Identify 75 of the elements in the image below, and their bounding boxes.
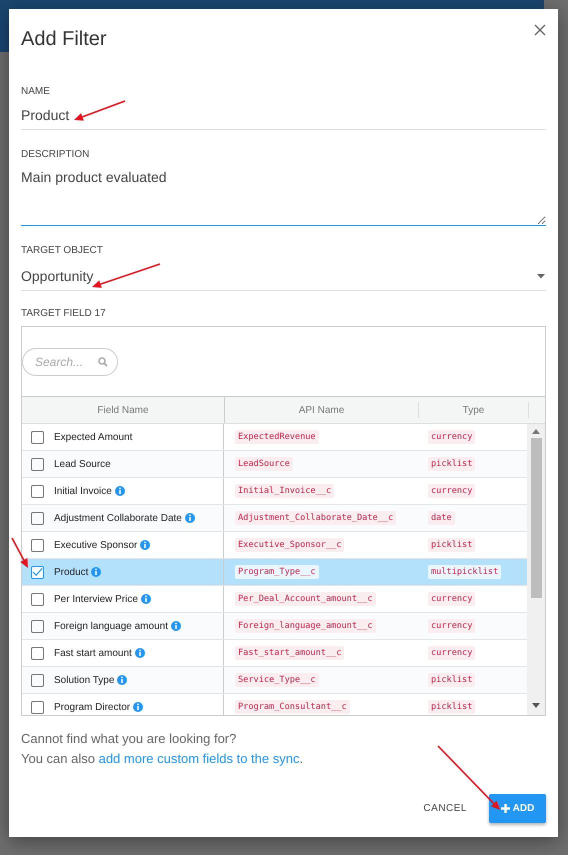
field-type: currency [428, 619, 476, 633]
api-name: Adjustment_Collaborate_Date__c [235, 511, 396, 525]
field-name: Solution Type [54, 674, 114, 686]
field-label: TARGET FIELD 17 [21, 308, 107, 319]
api-name: Program_Type__c [235, 565, 319, 579]
field-type: picklist [428, 538, 476, 552]
table-row[interactable]: Solution Type Service_Type__c picklist [22, 667, 528, 694]
field-type: currency [428, 484, 476, 498]
scrollbar-thumb[interactable] [530, 438, 542, 598]
field-type: multipicklist [428, 565, 502, 579]
target-object-dropdown[interactable]: Opportunity [21, 256, 546, 291]
field-name: Fast start amount [54, 648, 132, 658]
table-row[interactable]: Per Interview Price Per_Deal_Account_amount__c currency [22, 586, 528, 613]
cancel-button[interactable]: CANCEL [415, 795, 475, 822]
search-field[interactable]: Search... [22, 348, 118, 376]
scroll-down-icon [532, 703, 540, 708]
scroll-up-icon [532, 429, 540, 434]
table-row[interactable]: Adjustment Collaborate Date Adjustment_Collaborate_Date__c date [22, 505, 528, 532]
table-row[interactable]: Lead Source LeadSource picklist [22, 451, 528, 478]
api-name: Program_Consultant__c [235, 700, 350, 714]
table-row[interactable]: Fast start amount Fast_start_amount__c currency [22, 640, 528, 667]
dialog-title: Add Filter [21, 28, 107, 51]
field-name: Initial Invoice [54, 486, 112, 496]
field-type: picklist [428, 457, 476, 471]
checkbox[interactable] [31, 484, 44, 498]
column-header[interactable]: Type [419, 402, 529, 418]
checkbox[interactable] [31, 538, 44, 552]
api-name: Per_Deal_Account_amount__c [235, 592, 376, 606]
field-name: Per Interview Price [54, 594, 138, 604]
plus-icon [500, 804, 510, 813]
search-icon [98, 356, 108, 366]
field-name: Executive Sponsor [54, 540, 138, 550]
table-row[interactable]: Product Program_Type__c multipicklist [22, 559, 528, 586]
checkbox[interactable] [31, 592, 44, 606]
close-icon [534, 24, 546, 36]
checkbox[interactable] [31, 458, 44, 470]
checkbox[interactable] [31, 646, 44, 660]
column-header[interactable]: Field Name [22, 397, 225, 423]
help-text: You can also add more custom fields to the sync. [21, 750, 304, 768]
api-name: LeadSource [235, 457, 293, 471]
api-name: Service_Type__c [235, 673, 319, 687]
field-label: NAME [21, 86, 51, 97]
caret-icon [537, 274, 545, 278]
field-name: Adjustment Collaborate Date [54, 512, 182, 524]
table-row[interactable]: Initial Invoice Initial_Invoice__c currency [22, 478, 528, 505]
field-type: currency [428, 430, 476, 444]
field-type: currency [428, 592, 476, 606]
field-type: picklist [428, 700, 476, 714]
api-name: ExpectedRevenue [235, 430, 319, 444]
checkbox[interactable] [31, 700, 44, 714]
scrollbar[interactable] [527, 424, 545, 715]
checkbox[interactable] [31, 674, 44, 686]
table-row[interactable]: Expected Amount ExpectedRevenue currency [22, 424, 528, 451]
field-type: picklist [428, 673, 476, 687]
field-name: Foreign language amount [54, 620, 168, 632]
checkbox[interactable] [31, 430, 44, 444]
field-name: Expected Amount [54, 432, 132, 442]
checkbox[interactable] [31, 512, 44, 524]
checkbox[interactable] [31, 566, 44, 578]
field-label: DESCRIPTION [21, 149, 90, 160]
field-type: date [428, 511, 455, 525]
field-type: currency [428, 646, 476, 660]
help-text: Cannot find what you are looking for? [21, 730, 238, 748]
table-row[interactable]: Executive Sponsor Executive_Sponsor__c picklist [22, 532, 528, 559]
field-name: Program Director [54, 702, 130, 712]
table-row[interactable]: Foreign language amount Foreign_language_amount__c currency [22, 613, 528, 640]
api-name: Initial_Invoice__c [235, 484, 334, 498]
field-name: Product [54, 566, 88, 578]
api-name: Fast_start_amount__c [235, 646, 344, 660]
column-header[interactable]: API Name [225, 402, 419, 418]
field-name: Lead Source [54, 458, 111, 470]
checkbox[interactable] [31, 620, 44, 632]
api-name: Foreign_language_amount__c [235, 619, 376, 633]
api-name: Executive_Sponsor__c [235, 538, 344, 552]
field-label: TARGET OBJECT [21, 245, 104, 256]
